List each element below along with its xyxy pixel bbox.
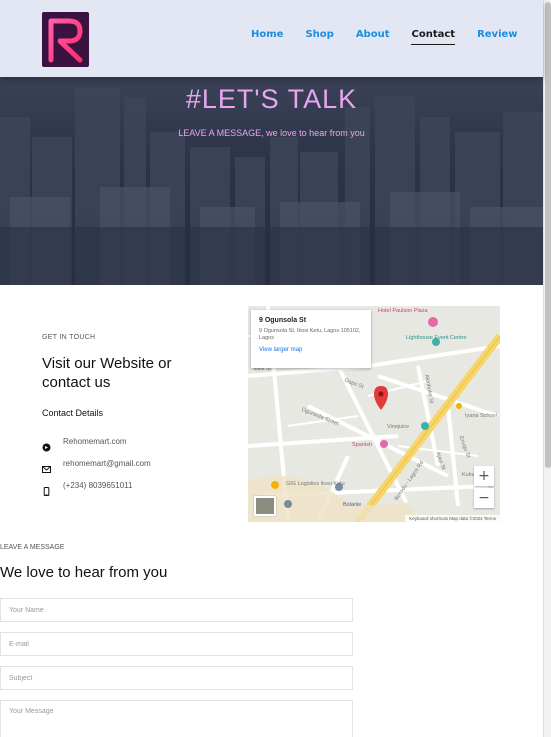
map-label-bolanle: Bolanle <box>343 502 362 508</box>
map-label-vinejuice: Vinejuice <box>387 424 410 430</box>
contact-website-row: Rehomemart.com <box>42 434 127 451</box>
contact-eyebrow: GET IN TOUCH <box>42 334 96 341</box>
view-larger-map-link[interactable]: View larger map <box>259 347 363 353</box>
nav-link-shop[interactable]: Shop <box>305 29 333 43</box>
location-map[interactable]: Hotel Paulson Plaza Lighthouse Event Cen… <box>248 306 500 522</box>
envelope-icon <box>42 459 51 473</box>
hero-subtitle: LEAVE A MESSAGE, we love to hear from yo… <box>178 128 365 138</box>
contact-heading: Visit our Website or contact us <box>42 355 172 391</box>
contact-email-row: rehomemart@gmail.com <box>42 456 151 473</box>
map-label-lighthouse: Lighthouse Event Centre <box>406 335 467 341</box>
nav-link-home[interactable]: Home <box>251 29 283 43</box>
subject-input[interactable] <box>0 666 353 690</box>
name-input[interactable] <box>0 598 353 622</box>
page-scrollbar[interactable] <box>543 0 551 737</box>
contact-details-label: Contact Details <box>42 408 104 418</box>
email-input[interactable] <box>0 632 353 656</box>
phone-icon <box>42 481 51 496</box>
map-satellite-toggle[interactable] <box>254 496 276 516</box>
contact-website-text[interactable]: Rehomemart.com <box>63 437 127 446</box>
map-label-spanish: Spanish <box>352 442 372 448</box>
map-label-kuku: Kuku <box>462 472 475 478</box>
contact-phone-row: (+234) 8039651011 <box>42 478 132 496</box>
nav-link-review[interactable]: Review <box>477 29 517 43</box>
site-logo[interactable] <box>42 12 89 67</box>
contact-phone-text[interactable]: (+234) 8039651011 <box>63 481 132 490</box>
map-place-address: 9 Ogunsola St, Ikosi Ketu, Lagos 105102,… <box>259 328 361 341</box>
map-footer[interactable]: Keyboard shortcuts Map data ©2024 Terms <box>405 515 500 522</box>
map-zoom-out-button[interactable]: − <box>474 488 494 508</box>
main-nav: Home Shop About Contact Review <box>251 29 540 45</box>
map-place-title: 9 Ogunsola St <box>259 317 307 324</box>
globe-icon <box>42 437 51 451</box>
form-eyebrow: LEAVE A MESSAGE <box>0 544 65 551</box>
nav-link-about[interactable]: About <box>356 29 390 43</box>
map-label-gig-logistics: GIG Logistics Ikosi Ketu <box>286 481 345 487</box>
map-place-card: 9 Ogunsola St 9 Ogunsola St, Ikosi Ketu,… <box>251 310 371 368</box>
scrollbar-thumb[interactable] <box>545 2 551 468</box>
hero-banner: #LET'S TALK LEAVE A MESSAGE, we love to … <box>0 77 543 285</box>
contact-email-text[interactable]: rehomemart@gmail.com <box>63 459 151 468</box>
hero-title: #LET'S TALK <box>185 84 358 114</box>
message-textarea[interactable] <box>0 700 353 737</box>
form-heading: We love to hear from you <box>0 564 168 581</box>
map-label-iyana-school: Iyana School <box>465 413 497 419</box>
map-label-hotel: Hotel Paulson Plaza <box>378 308 428 314</box>
map-zoom-in-button[interactable]: + <box>474 466 494 486</box>
nav-link-contact[interactable]: Contact <box>411 29 455 45</box>
site-header: Home Shop About Contact Review <box>0 0 543 77</box>
logo-r-glyph <box>48 18 83 63</box>
